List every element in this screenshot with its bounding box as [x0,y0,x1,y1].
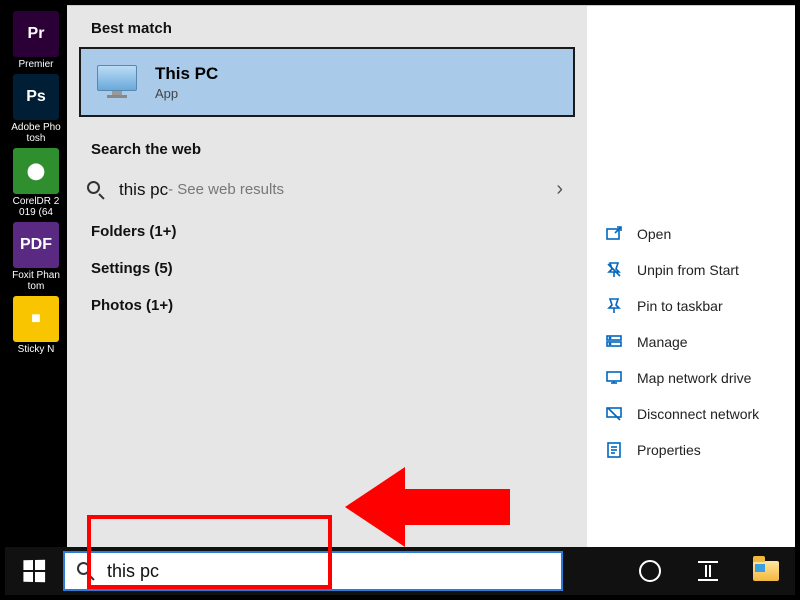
desktop-icon-premier[interactable]: Pr Premier [11,11,61,70]
manage-icon [605,333,623,351]
file-explorer-button[interactable] [737,547,795,595]
app-icon: Ps [13,74,59,120]
unpin-icon [605,261,623,279]
search-input[interactable] [107,561,551,582]
context-unpin-start[interactable]: Unpin from Start [587,252,795,288]
properties-icon [605,441,623,459]
best-match-header: Best match [67,6,587,47]
context-item-label: Disconnect network [637,406,759,422]
taskbar [5,547,795,595]
map-icon [605,369,623,387]
desktop-icon-label: Foxit Phantom [11,270,61,292]
app-icon: PDF [13,222,59,268]
context-item-label: Unpin from Start [637,262,739,278]
context-pin-taskbar[interactable]: Pin to taskbar [587,288,795,324]
desktop-icon-coreldr-2019-64[interactable]: ⬤ CorelDR 2019 (64 [11,148,61,218]
desktop-icon-foxit-phantom[interactable]: PDF Foxit Phantom [11,222,61,292]
desktop-icon-adobe-photosh[interactable]: Ps Adobe Photosh [11,74,61,144]
desktop-icon-label: CorelDR 2019 (64 [11,196,61,218]
context-item-label: Manage [637,334,688,350]
windows-logo-icon [23,560,45,583]
folder-icon [753,561,779,581]
search-category[interactable]: Settings (5) [67,248,587,285]
context-pane: Open Unpin from Start Pin to taskbar Man… [587,6,795,547]
desktop-icons-column: Pr PremierPs Adobe Photosh⬤ CorelDR 2019… [5,5,67,547]
start-button[interactable] [5,547,63,595]
app-icon: ■ [13,296,59,342]
this-pc-icon [97,65,137,99]
app-icon: Pr [13,11,59,57]
chevron-right-icon: › [556,178,563,201]
context-manage[interactable]: Manage [587,324,795,360]
best-match-title: This PC [155,64,218,84]
desktop-icon-sticky-n[interactable]: ■ Sticky N [11,296,61,355]
context-item-label: Open [637,226,671,242]
desktop-icon-label: Premier [11,59,61,70]
web-result-this-pc[interactable]: this pc - See web results › [67,168,587,211]
task-view-button[interactable] [679,547,737,595]
context-disconnect[interactable]: Disconnect network [587,396,795,432]
context-properties[interactable]: Properties [587,432,795,468]
search-icon [85,179,107,201]
cortana-button[interactable] [621,547,679,595]
context-item-label: Map network drive [637,370,751,386]
context-item-label: Pin to taskbar [637,298,723,314]
web-result-suffix: - See web results [168,181,284,198]
cortana-icon [639,560,661,582]
open-icon [605,225,623,243]
task-view-icon [698,561,718,581]
app-icon: ⬤ [13,148,59,194]
start-search-panel: Best match This PC App Search the web th… [67,5,795,547]
best-match-subtitle: App [155,86,218,101]
search-category[interactable]: Folders (1+) [67,211,587,248]
web-result-query: this pc [119,180,168,200]
desktop-icon-label: Sticky N [11,344,61,355]
search-results-pane: Best match This PC App Search the web th… [67,6,587,547]
pin-icon [605,297,623,315]
disconnect-icon [605,405,623,423]
best-match-this-pc[interactable]: This PC App [79,47,575,117]
search-category[interactable]: Photos (1+) [67,285,587,322]
context-item-label: Properties [637,442,701,458]
desktop-icon-label: Adobe Photosh [11,122,61,144]
context-map-drive[interactable]: Map network drive [587,360,795,396]
search-web-header: Search the web [67,123,587,168]
context-open[interactable]: Open [587,216,795,252]
search-icon [75,560,97,582]
taskbar-search-box[interactable] [63,551,563,591]
